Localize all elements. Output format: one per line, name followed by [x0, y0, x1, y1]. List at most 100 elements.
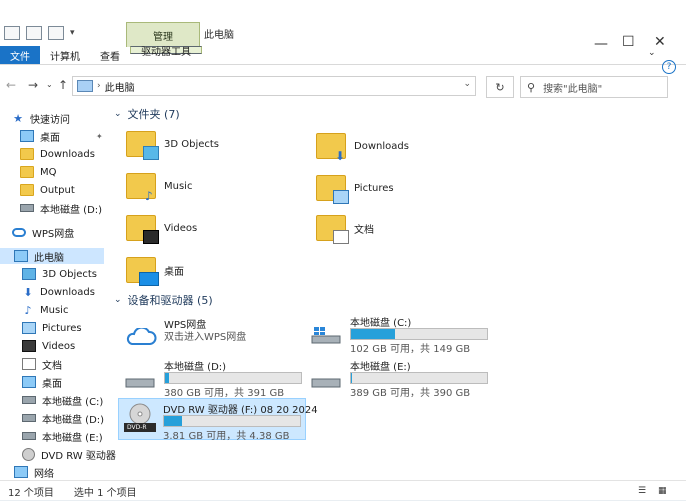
drive-icon	[22, 432, 36, 440]
computer-icon[interactable]	[4, 26, 20, 40]
capacity-fill	[165, 373, 170, 383]
device-name: 本地磁盘 (C:)	[350, 318, 412, 329]
device-item-drive-e[interactable]: 本地磁盘 (E:) 389 GB 可用，共 390 GB	[306, 356, 496, 399]
nav-item-documents[interactable]: 文档	[22, 356, 62, 372]
folders-section-header[interactable]: ⌄ 文件夹 (7)	[114, 106, 180, 122]
tab-computer[interactable]: 计算机	[40, 46, 90, 64]
desktop-icon	[126, 257, 159, 286]
quick-access-toolbar: ▾	[4, 26, 75, 40]
nav-item-pictures[interactable]: Pictures	[22, 320, 82, 336]
folder-item-downloads[interactable]: ⬇ Downloads	[316, 126, 409, 166]
nav-item-desktop-pc[interactable]: 桌面	[22, 374, 62, 390]
device-name: 本地磁盘 (E:)	[350, 362, 411, 373]
device-item-drive-c[interactable]: 本地磁盘 (C:) 102 GB 可用，共 149 GB	[306, 312, 496, 355]
nav-item-music[interactable]: ♪ Music	[22, 302, 68, 318]
navigation-pane: ★ 快速访问 桌面 ✦ Downloads MQ Output 本地磁盘 (D:…	[0, 104, 116, 480]
search-placeholder: 搜索"此电脑"	[543, 83, 603, 95]
drive-icon	[311, 378, 341, 388]
nav-item-mq[interactable]: MQ	[20, 164, 57, 180]
drive-icon	[125, 378, 155, 388]
forward-icon[interactable]: →	[28, 78, 38, 92]
nav-item-network[interactable]: 网络	[14, 464, 54, 480]
dvd-badge: DVD-R	[127, 424, 147, 431]
tab-view[interactable]: 查看	[90, 46, 130, 64]
window-title: 此电脑	[204, 30, 234, 41]
search-input[interactable]: ⚲ 搜索"此电脑"	[520, 76, 668, 98]
computer-icon	[14, 250, 28, 262]
folder-icon	[20, 166, 34, 178]
chevron-down-icon[interactable]: ⌄	[463, 79, 471, 89]
device-name: DVD RW 驱动器 (F:) 08 20 2024	[163, 405, 318, 416]
recent-locations-icon[interactable]: ⌄	[46, 80, 53, 89]
item-count: 12 个项目	[8, 487, 54, 499]
devices-section-header[interactable]: ⌄ 设备和驱动器 (5)	[114, 292, 213, 308]
nav-item-videos[interactable]: Videos	[22, 338, 75, 354]
3d-objects-icon	[22, 268, 36, 280]
nav-item-this-pc[interactable]: 此电脑	[0, 248, 104, 264]
nav-item-wps-cloud[interactable]: WPS网盘	[12, 224, 74, 240]
pictures-icon	[22, 322, 36, 334]
desktop-icon	[20, 130, 34, 142]
drive-icon	[22, 396, 36, 404]
nav-item-output[interactable]: Output	[20, 182, 75, 198]
new-folder-icon[interactable]	[48, 26, 64, 40]
selected-count: 选中 1 个项目	[73, 487, 137, 499]
status-bar: 12 个项目 选中 1 个项目 ☰ ▦	[0, 480, 686, 501]
device-subtitle: 双击进入WPS网盘	[164, 332, 247, 343]
pin-icon[interactable]: ✦	[96, 132, 103, 141]
cloud-icon	[126, 328, 157, 345]
drive-icon	[22, 414, 36, 422]
tab-drive-tools[interactable]: 驱动器工具	[130, 46, 202, 58]
breadcrumb[interactable]: 此电脑	[105, 79, 135, 94]
refresh-icon: ↻	[495, 80, 505, 94]
refresh-button[interactable]: ↻	[486, 76, 514, 98]
details-view-icon[interactable]: ☰	[638, 486, 646, 496]
nav-item-desktop[interactable]: 桌面	[20, 128, 60, 144]
nav-item-quick-access[interactable]: ★ 快速访问	[12, 110, 70, 126]
title-bar: ▾ 管理 此电脑 — ☐ ✕	[0, 0, 686, 52]
search-icon: ⚲	[527, 80, 536, 94]
tab-file[interactable]: 文件	[0, 46, 40, 64]
capacity-bar	[350, 372, 488, 384]
capacity-text: 380 GB 可用，共 391 GB	[164, 388, 285, 399]
capacity-fill	[351, 329, 395, 339]
folder-item-documents[interactable]: 文档	[316, 208, 374, 248]
device-item-drive-d[interactable]: 本地磁盘 (D:) 380 GB 可用，共 391 GB	[120, 356, 310, 399]
computer-icon	[77, 80, 93, 92]
capacity-bar	[163, 415, 301, 427]
ribbon-expand-icon[interactable]: ⌄	[648, 48, 656, 58]
large-icons-view-icon[interactable]: ▦	[658, 486, 667, 496]
device-item-wps-cloud[interactable]: WPS网盘 双击进入WPS网盘	[120, 314, 310, 354]
chevron-down-icon[interactable]: ▾	[70, 28, 75, 38]
windows-drive-icon	[311, 327, 341, 344]
folder-icon	[20, 148, 34, 160]
folder-item-3d-objects[interactable]: 3D Objects	[126, 124, 219, 164]
chevron-down-icon: ⌄	[114, 295, 122, 305]
address-field[interactable]: › 此电脑 ⌄	[72, 76, 476, 96]
explorer-window: ▾ 管理 此电脑 — ☐ ✕ 文件 计算机 查看 驱动器工具 ⌄ ? ← → ⌄…	[0, 0, 686, 500]
folder-item-videos[interactable]: Videos	[126, 208, 197, 248]
nav-item-3d-objects[interactable]: 3D Objects	[22, 266, 97, 282]
device-item-dvd[interactable]: DVD-R DVD RW 驱动器 (F:) 08 20 2024 3.81 GB…	[118, 398, 318, 442]
nav-item-downloads-pc[interactable]: ⬇ Downloads	[22, 284, 95, 300]
device-name: 本地磁盘 (D:)	[164, 362, 227, 373]
nav-item-drive-d-pc[interactable]: 本地磁盘 (D:)	[22, 410, 104, 426]
address-bar: ← → ⌄ ↑ › 此电脑 ⌄ ↻ ⚲ 搜索"此电脑"	[0, 70, 686, 100]
back-icon[interactable]: ←	[6, 78, 16, 92]
nav-item-drive-c[interactable]: 本地磁盘 (C:)	[22, 392, 103, 408]
nav-item-drive-d[interactable]: 本地磁盘 (D:)	[20, 200, 102, 216]
folder-item-desktop[interactable]: 桌面	[126, 250, 184, 290]
chevron-down-icon: ⌄	[114, 109, 122, 119]
folder-item-music[interactable]: ♪ Music	[126, 166, 192, 206]
properties-icon[interactable]	[26, 26, 42, 40]
nav-item-dvd[interactable]: DVD RW 驱动器	[22, 446, 116, 462]
breadcrumb-separator-icon[interactable]: ›	[97, 81, 101, 91]
music-icon: ♪	[126, 173, 156, 202]
desktop-icon	[22, 376, 36, 388]
nav-item-drive-e[interactable]: 本地磁盘 (E:)	[22, 428, 103, 444]
folder-item-pictures[interactable]: Pictures	[316, 168, 394, 208]
up-icon[interactable]: ↑	[58, 78, 68, 92]
nav-item-downloads[interactable]: Downloads	[20, 146, 95, 162]
videos-icon	[126, 215, 159, 244]
capacity-fill	[351, 373, 353, 383]
